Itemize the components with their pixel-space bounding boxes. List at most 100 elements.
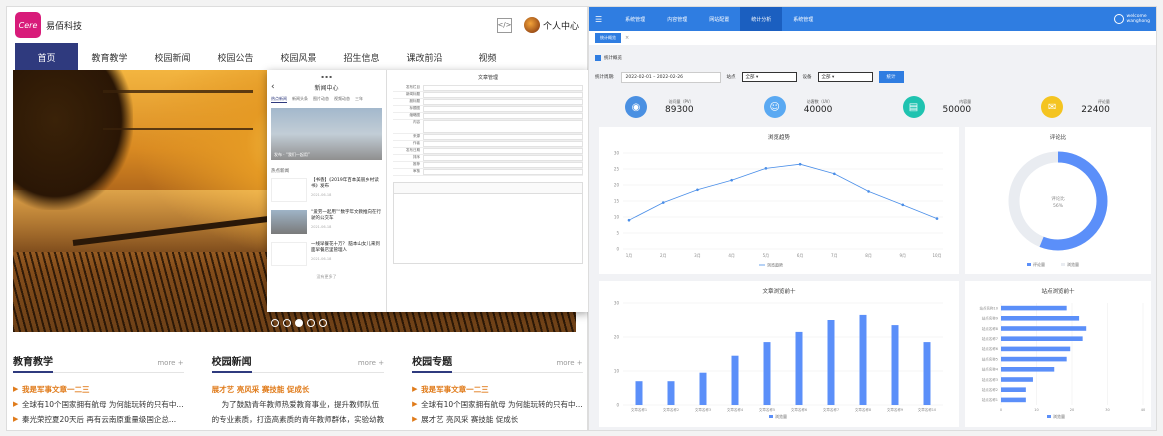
list-item[interactable]: ▶ 我是军事文章一二三 xyxy=(412,382,583,397)
list-item[interactable]: 展才艺 亮风采 赛技能 促成长 xyxy=(212,382,385,397)
tab-stats[interactable]: 统计概览 xyxy=(595,33,621,43)
stat-card: ◉ 访问量（PV） 89300 xyxy=(595,93,734,121)
form-field[interactable] xyxy=(423,113,583,119)
site-select[interactable]: 全部 ▾ xyxy=(741,72,797,82)
admin-nav-item[interactable]: 系统管理 xyxy=(782,7,824,31)
phone-tab[interactable]: 视频动态 xyxy=(334,96,350,103)
menu-icon[interactable]: ☰ xyxy=(595,15,602,24)
form-label: 审核 xyxy=(413,169,420,173)
bar xyxy=(1001,346,1071,352)
form-field[interactable] xyxy=(423,106,583,112)
more-link[interactable]: more + xyxy=(358,359,384,367)
bar xyxy=(859,314,867,405)
main-nav: 首页 教育教学 校园新闻 校园公告 校园风景 招生信息 课改前沿 视频 xyxy=(15,43,587,71)
device-select[interactable]: 全部 ▾ xyxy=(817,72,873,82)
carousel-dot[interactable] xyxy=(271,319,279,327)
carousel-dot[interactable] xyxy=(319,319,327,327)
form-field[interactable] xyxy=(423,134,583,140)
chart-title: 文章浏览前十 xyxy=(762,289,796,295)
editor-toolbar[interactable] xyxy=(393,182,583,194)
phone-tab[interactable]: 三年 xyxy=(355,96,363,103)
form-field[interactable] xyxy=(423,99,583,105)
phone-section-title: 热点新闻 xyxy=(271,169,289,174)
column-title: 教育教学 xyxy=(13,353,53,373)
admin-nav-item-active[interactable]: 统计分析 xyxy=(740,7,783,31)
phone-news-item[interactable]: 【书香】《2019年百本美丽乡村读书》发布 2021-06-18 xyxy=(271,178,382,202)
nav-item-scenery[interactable]: 校园风景 xyxy=(267,43,330,71)
y-tick-label: 20 xyxy=(614,335,620,340)
more-link[interactable]: more + xyxy=(157,359,183,367)
date-range-input[interactable]: 2022-02-01 – 2022-02-26 xyxy=(620,71,721,83)
legend-label: 浏览量 xyxy=(1067,261,1079,267)
donut-center-label: 评论比 xyxy=(1051,195,1065,202)
bar xyxy=(763,342,771,405)
phone-tab[interactable]: 新闻头条 xyxy=(292,96,308,103)
form-field[interactable] xyxy=(423,162,583,168)
nav-item-reform[interactable]: 课改前沿 xyxy=(393,43,456,71)
list-item[interactable]: ▶ 全球有10个国家拥有航母 为何能玩转的只有中... xyxy=(13,397,184,412)
form-field[interactable] xyxy=(423,148,583,154)
list-item[interactable]: ▶ 展才艺 亮风采 赛技能 促成长 xyxy=(412,412,583,427)
legend-swatch xyxy=(769,415,773,418)
legend-swatch xyxy=(1061,263,1065,266)
nav-item-enrollment[interactable]: 招生信息 xyxy=(330,43,393,71)
form-field[interactable] xyxy=(423,92,583,98)
site-header: Cere 易佰科技 </> 个人中心 xyxy=(7,7,587,43)
phone-news-item[interactable]: 一线早餐花十万？ 脑本山女儿来到面早餐店里管理人 2021-06-18 xyxy=(271,242,382,266)
x-tick-label: 1月 xyxy=(626,253,633,258)
phone-news-item[interactable]: “爱劳一起用”“数字年文教推向在行驶的公交车 2021-06-18 xyxy=(271,210,382,234)
rich-text-editor[interactable] xyxy=(393,194,583,264)
nav-item-news[interactable]: 校园新闻 xyxy=(141,43,204,71)
bar xyxy=(1001,367,1055,372)
user-center-link[interactable]: 个人中心 xyxy=(523,17,579,33)
list-item[interactable]: ▶ 我是军事文章一二三 xyxy=(13,382,184,397)
list-item[interactable]: ▶ 秦光荣控夏20天后 再有云南原重量级国企总... xyxy=(13,412,184,427)
form-field[interactable] xyxy=(423,155,583,161)
search-button[interactable]: 统计 xyxy=(878,71,904,83)
nav-item-teaching[interactable]: 教育教学 xyxy=(78,43,141,71)
legend: 浏览趋势 xyxy=(759,262,783,268)
x-tick-label: 文章名称1 xyxy=(631,407,647,412)
list-item[interactable]: 的专业素质，打造高素质的青年教师群体，实验幼教 xyxy=(212,412,385,427)
y-tick-label: 0 xyxy=(616,403,619,408)
y-tick-label: 0 xyxy=(616,247,619,252)
admin-nav-item[interactable]: 系统管理 xyxy=(614,7,656,31)
form-label: 发布日期 xyxy=(406,148,420,152)
nav-item-home[interactable]: 首页 xyxy=(15,43,78,71)
comment-ratio-card: 评论比 评论比 56% 评论量 浏览量 xyxy=(965,127,1151,274)
list-item[interactable]: 为了鼓励青年教师热爱教育事业，提升教师队伍 xyxy=(212,397,385,412)
phone-tab[interactable]: 热点新闻 xyxy=(271,96,287,103)
phone-tab[interactable]: 图片动态 xyxy=(313,96,329,103)
more-link[interactable]: more + xyxy=(556,359,582,367)
form-field[interactable] xyxy=(423,85,583,91)
form-field[interactable] xyxy=(423,169,583,175)
y-tick-label: 10 xyxy=(614,215,620,220)
carousel-dot[interactable] xyxy=(307,319,315,327)
legend-label: 浏览趋势 xyxy=(767,262,783,268)
code-icon[interactable]: </> xyxy=(496,17,512,33)
nav-item-notice[interactable]: 校园公告 xyxy=(204,43,267,71)
bar xyxy=(1001,316,1080,321)
carousel-dot-active[interactable] xyxy=(295,319,303,327)
user-center-label: 个人中心 xyxy=(542,21,579,32)
admin-user-menu[interactable]: welcome wanghong xyxy=(1113,14,1150,24)
user-icon xyxy=(1113,14,1124,24)
data-point xyxy=(798,162,802,166)
back-arrow-icon[interactable]: ‹ xyxy=(271,82,281,92)
data-point xyxy=(764,167,768,170)
x-tick-label: 文章名称5 xyxy=(759,407,775,412)
x-tick-label: 4月 xyxy=(728,253,735,258)
data-point xyxy=(730,178,733,182)
phone-banner[interactable]: 发布 · “我们一起用” xyxy=(271,108,382,160)
nav-item-video[interactable]: 视频 xyxy=(456,43,519,71)
carousel-dot[interactable] xyxy=(283,319,291,327)
bar xyxy=(1001,326,1087,331)
brand-logo[interactable]: Cere xyxy=(15,12,41,38)
close-icon[interactable]: × xyxy=(625,35,629,41)
admin-nav-item[interactable]: 网站配置 xyxy=(698,7,740,31)
form-field[interactable] xyxy=(423,141,583,147)
list-item[interactable]: ▶ 全球有10个国家拥有航母 为何能玩转的只有中... xyxy=(412,397,583,412)
phone-title: 新闻中心 xyxy=(314,84,339,92)
admin-nav-item[interactable]: 内容管理 xyxy=(656,7,698,31)
form-field[interactable] xyxy=(423,120,583,133)
